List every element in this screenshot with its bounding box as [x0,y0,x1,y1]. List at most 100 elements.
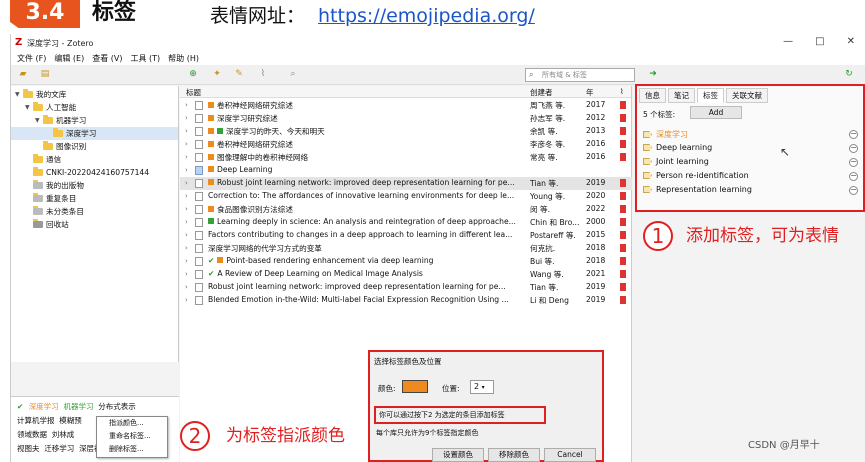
table-row[interactable]: › 深度学习的昨天、今天和明天 余凯 等. 2013 [180,125,632,138]
table-row[interactable]: › 深度学习研究综述 孙志军 等. 2012 [180,112,632,125]
tree-item[interactable]: ▼ 人工智能 [25,101,76,114]
table-row[interactable]: › Robust joint learning network: improved… [180,177,632,190]
pdf-attachment-icon[interactable] [620,270,626,278]
menu-delete-tag[interactable]: 删除标签... [97,443,167,456]
pdf-attachment-icon[interactable] [620,192,626,200]
maximize-button[interactable]: □ [815,36,824,47]
cancel-button[interactable]: Cancel [544,448,596,462]
position-select[interactable]: 2 ▾ [470,380,494,394]
tag-selector-item[interactable]: 机器学习 [63,402,93,411]
chevron-right-icon[interactable]: › [185,270,188,278]
remove-tag-icon[interactable]: − [849,130,858,139]
pdf-attachment-icon[interactable] [620,205,626,213]
sync-icon[interactable]: ↻ [843,69,855,80]
new-collection-icon[interactable]: ▰ [17,69,29,80]
tag-selector-item[interactable]: 视图夫 [17,444,40,453]
table-row[interactable]: › Correction to: The affordances of innov… [180,190,632,203]
tree-item[interactable]: 图像识别 [43,140,86,153]
remove-color-button[interactable]: 移除颜色 [488,448,540,462]
tree-item[interactable]: CNKI-20220424160757144 [33,166,149,179]
locate-icon[interactable]: ➜ [647,69,659,80]
tree-item[interactable]: 回收站 [33,218,69,231]
chevron-right-icon[interactable]: › [185,127,188,135]
column-creator[interactable]: 创建者 [530,87,553,98]
new-library-icon[interactable]: ▤ [39,69,51,80]
table-row[interactable]: › 图像理解中的卷积神经网络 常亮 等. 2016 [180,151,632,164]
pdf-attachment-icon[interactable] [620,244,626,252]
tag-item[interactable]: Joint learning [643,157,709,166]
tag-item[interactable]: Person re-identification [643,171,749,180]
chevron-right-icon[interactable]: › [185,231,188,239]
menu-edit[interactable]: 编辑 (E) [54,53,84,64]
menu-view[interactable]: 查看 (V) [92,53,122,64]
tree-item[interactable]: ▼ 我的文库 [15,88,66,101]
tree-item[interactable]: 重复条目 [33,192,76,205]
tag-item[interactable]: 深度学习 [643,129,688,140]
search-input[interactable]: ⌕ 所有域 & 标签 [525,68,635,82]
chevron-right-icon[interactable]: › [185,283,188,291]
chevron-right-icon[interactable]: › [185,205,188,213]
tree-item[interactable]: 未分类条目 [33,205,84,218]
table-row[interactable]: › Learning deeply in science: An analysis… [180,216,632,229]
add-tag-button[interactable]: Add [690,106,742,119]
tag-selector-item[interactable]: 模糊预 [59,416,82,425]
table-row[interactable]: › ✔ Point-based rendering enhancement via … [180,255,632,268]
menu-tools[interactable]: 工具 (T) [131,53,161,64]
chevron-right-icon[interactable]: › [185,114,188,122]
tag-selector-item[interactable]: 分布式表示 [98,402,136,411]
new-item-icon[interactable]: ⊕ [187,69,199,80]
advanced-search-icon[interactable]: ⌕ [287,69,299,80]
close-button[interactable]: ✕ [847,36,855,47]
set-color-button[interactable]: 设置颜色 [432,448,484,462]
menu-rename-tag[interactable]: 重命名标签... [97,430,167,443]
pdf-attachment-icon[interactable] [620,153,626,161]
chevron-right-icon[interactable]: › [185,192,188,200]
chevron-right-icon[interactable]: › [185,140,188,148]
tag-item[interactable]: Representation learning [643,185,752,194]
tag-item[interactable]: Deep learning [643,143,712,152]
pdf-attachment-icon[interactable] [620,179,626,187]
remove-tag-icon[interactable]: − [849,144,858,153]
attach-icon[interactable]: ⌇ [257,69,269,80]
tag-selector-item[interactable]: 刘林成 [52,430,75,439]
pdf-attachment-icon[interactable] [620,114,626,122]
pdf-attachment-icon[interactable] [620,231,626,239]
chevron-right-icon[interactable]: › [185,166,188,174]
tab-tags[interactable]: 标签 [697,88,724,103]
add-by-identifier-icon[interactable]: ✦ [211,69,223,80]
chevron-right-icon[interactable]: › [185,257,188,265]
chevron-right-icon[interactable]: › [185,218,188,226]
remove-tag-icon[interactable]: − [849,158,858,167]
tree-item[interactable]: 通信 [33,153,61,166]
table-row[interactable]: › Blended Emotion in-the-Wild: Multi-labe… [180,294,632,307]
remove-tag-icon[interactable]: − [849,186,858,195]
table-row[interactable]: › 深度学习网络的代学习方式的变革 何克抗. 2018 [180,242,632,255]
table-row[interactable]: › 食品图像识别方法综述 闵 等. 2022 [180,203,632,216]
table-row[interactable]: › 卷积神经网络研究综述 李彦冬 等. 2016 [180,138,632,151]
menu-help[interactable]: 帮助 (H) [168,53,199,64]
table-row[interactable]: › ✔ A Review of Deep Learning on Medical I… [180,268,632,281]
tab-notes[interactable]: 笔记 [668,88,695,103]
table-row[interactable]: › Deep Learning [180,164,632,177]
tag-selector-item[interactable]: 领域数据 [17,430,47,439]
table-row[interactable]: › Robust joint learning network: improved… [180,281,632,294]
chevron-right-icon[interactable]: › [185,296,188,304]
minimize-button[interactable]: — [783,36,793,47]
attachment-column-icon[interactable]: ⌇ [620,87,624,96]
pdf-attachment-icon[interactable] [620,257,626,265]
tab-related[interactable]: 关联文献 [726,88,768,103]
tree-item[interactable]: 我的出版物 [33,179,84,192]
pdf-attachment-icon[interactable] [620,140,626,148]
menu-assign-color[interactable]: 指派颜色... [97,417,167,430]
chevron-right-icon[interactable]: › [185,244,188,252]
chevron-right-icon[interactable]: › [185,179,188,187]
pdf-attachment-icon[interactable] [620,127,626,135]
menu-file[interactable]: 文件 (F) [17,53,46,64]
chevron-right-icon[interactable]: › [185,153,188,161]
pdf-attachment-icon[interactable] [620,218,626,226]
new-note-icon[interactable]: ✎ [233,69,245,80]
table-row[interactable]: › 卷积神经网络研究综述 周飞燕 等. 2017 [180,99,632,112]
tree-item[interactable]: ▼ 机器学习 [35,114,86,127]
emoji-site-link[interactable]: https://emojipedia.org/ [318,4,535,28]
pdf-attachment-icon[interactable] [620,101,626,109]
